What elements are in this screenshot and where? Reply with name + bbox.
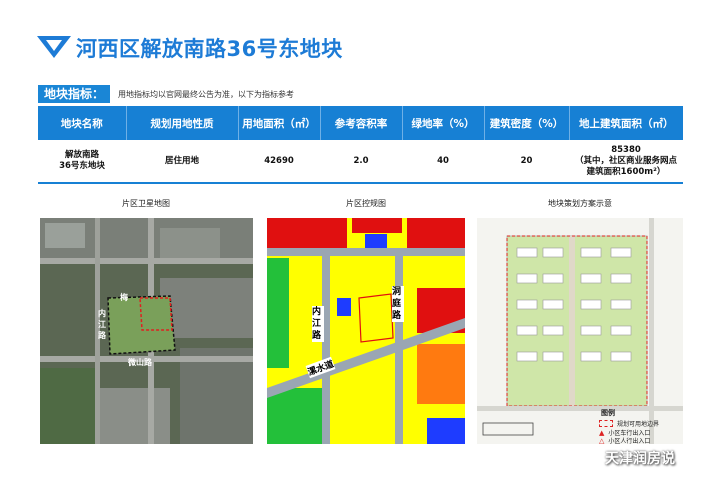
- table-header-row: 地块名称 规划用地性质 用地面积（㎡） 参考容积率 绿地率（%） 建筑密度（%）…: [38, 106, 683, 140]
- legend-boundary-label: 规划可用地边界: [617, 421, 660, 428]
- gfa-line2: （其中，社区商业服务网点: [574, 155, 677, 166]
- satellite-label-left: 内江路: [98, 309, 106, 340]
- cell-land-area: 42690: [238, 140, 320, 184]
- satellite-label-bottom: 微山路: [128, 358, 152, 367]
- gfa-line3: 建筑面积1600m²）: [586, 166, 666, 177]
- satellite-map: 梅 内江路 微山路: [40, 218, 253, 444]
- scheme-map: 图例 规划可用地边界 ▲ 小区车行出入口 △ 小区人行出入口: [477, 218, 683, 444]
- indicator-row: 地块指标： 用地指标均以官网最终公告为准，以下为指标参考: [38, 85, 295, 103]
- boundary-swatch-icon: [599, 420, 613, 427]
- page-title: 河西区解放南路36号东地块: [76, 37, 343, 61]
- cell-gfa: 85380 （其中，社区商业服务网点 建筑面积1600m²）: [569, 140, 683, 184]
- title-chevron-icon: [37, 36, 71, 58]
- legend-item-boundary: 规划可用地边界: [599, 419, 659, 428]
- control-label-neijiang: 内江路: [312, 306, 324, 342]
- legend-pedestrian-label: 小区人行出入口: [608, 438, 651, 444]
- cell-plot-name: 解放南路 36号东地块: [38, 140, 126, 184]
- header-plot-name: 地块名称: [38, 106, 127, 140]
- header-density: 建筑密度（%）: [484, 106, 570, 140]
- control-label-dongting: 洞庭路: [392, 286, 404, 322]
- header-green-ratio: 绿地率（%）: [402, 106, 485, 140]
- caption-control: 片区控规图: [346, 199, 386, 208]
- plot-name-line1: 解放南路: [64, 150, 99, 160]
- table-row: 解放南路 36号东地块 居住用地 42690 2.0 40 20 85380 （…: [38, 140, 683, 184]
- header-land-use: 规划用地性质: [126, 106, 239, 140]
- watermark-text: 天津润房说: [605, 451, 675, 467]
- header-gfa: 地上建筑面积（㎡）: [569, 106, 683, 140]
- caption-scheme: 地块策划方案示意: [548, 199, 612, 208]
- cell-far: 2.0: [320, 140, 402, 184]
- header-far: 参考容积率: [320, 106, 403, 140]
- gfa-line1: 85380: [611, 144, 641, 155]
- cell-green-ratio: 40: [402, 140, 484, 184]
- control-plan-map: 内江路 洞庭路 漯水道: [267, 218, 465, 444]
- indicator-label: 地块指标：: [38, 85, 111, 103]
- plot-name-line2: 36号东地块: [59, 161, 105, 171]
- scheme-legend-title: 图例: [601, 409, 615, 417]
- caption-satellite: 片区卫星地图: [122, 199, 170, 208]
- triangle-outline-icon: △: [599, 436, 605, 445]
- header-land-area: 用地面积（㎡）: [238, 106, 321, 140]
- satellite-label-top: 梅: [120, 293, 128, 302]
- legend-item-pedestrian: △ 小区人行出入口: [599, 436, 651, 445]
- cell-density: 20: [484, 140, 569, 184]
- indicator-table: 地块名称 规划用地性质 用地面积（㎡） 参考容积率 绿地率（%） 建筑密度（%）…: [38, 106, 683, 184]
- cell-land-use: 居住用地: [126, 140, 238, 184]
- indicator-note: 用地指标均以官网最终公告为准，以下为指标参考: [118, 89, 295, 99]
